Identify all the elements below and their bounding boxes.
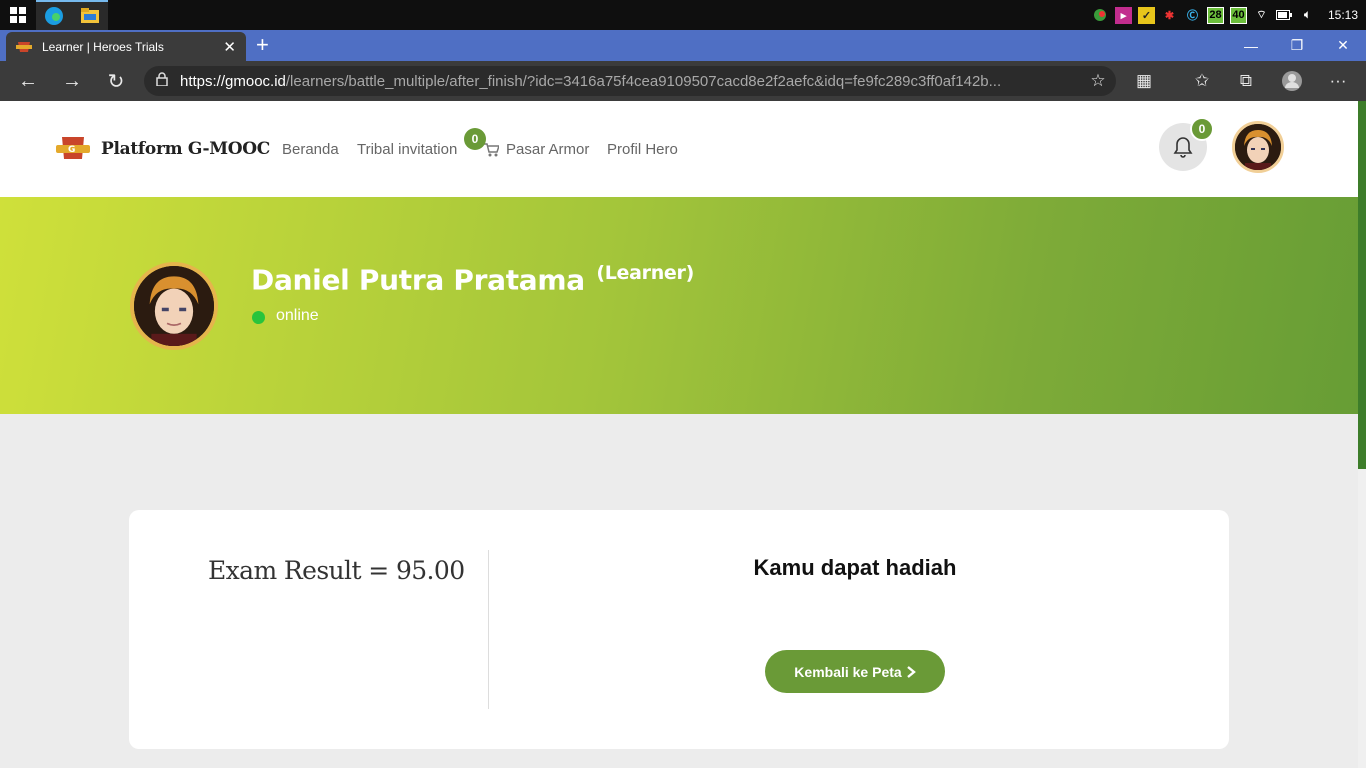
ccleaner-tray-icon[interactable]: Ⓒ xyxy=(1184,7,1201,24)
profile-avatar xyxy=(130,262,218,350)
site-header: G Platform G-MOOC Beranda Tribal invitat… xyxy=(0,101,1358,197)
favorites-icon[interactable]: ✩ xyxy=(1182,61,1222,101)
cart-icon[interactable] xyxy=(484,143,501,161)
new-tab-button[interactable]: + xyxy=(256,33,269,57)
minimize-icon[interactable]: — xyxy=(1228,30,1274,61)
cpu-temp-badge[interactable]: 28 xyxy=(1206,6,1224,24)
exam-result-card xyxy=(129,510,1229,749)
svg-text:G: G xyxy=(68,145,75,155)
app-tray-icon[interactable] xyxy=(1092,7,1109,24)
tab-strip: Learner | Heroes Trials ✕ + — ❐ ✕ xyxy=(0,30,1366,61)
edge-icon xyxy=(45,7,63,25)
tribal-invitation-badge: 0 xyxy=(464,128,486,150)
more-menu-icon[interactable]: ··· xyxy=(1318,61,1358,101)
gpu-temp-badge[interactable]: 40 xyxy=(1229,6,1247,24)
check-tray-icon[interactable]: ✓ xyxy=(1137,6,1155,24)
nav-tribal-invitation[interactable]: Tribal invitation xyxy=(357,141,457,158)
taskbar-edge[interactable] xyxy=(36,0,72,30)
back-to-map-button[interactable]: Kembali ke Peta xyxy=(765,650,945,693)
windows-icon xyxy=(10,7,26,23)
hero-portrait-icon xyxy=(134,266,214,346)
url-field[interactable]: https://gmooc.id/learners/battle_multipl… xyxy=(144,66,1116,96)
notification-count-badge: 0 xyxy=(1190,117,1214,141)
profile-name-text: Daniel Putra Pratama xyxy=(251,263,585,297)
system-tray: ▸ ✓ ✱ Ⓒ 28 40 ⌔ 🔈︎ 15:13 xyxy=(1092,0,1358,30)
taskbar-explorer[interactable] xyxy=(72,0,108,30)
close-window-icon[interactable]: ✕ xyxy=(1320,30,1366,61)
windows-taskbar: ▸ ✓ ✱ Ⓒ 28 40 ⌔ 🔈︎ 15:13 xyxy=(0,0,1366,30)
back-to-map-label: Kembali ke Peta xyxy=(794,663,902,680)
forward-icon[interactable]: → xyxy=(50,61,94,101)
exam-result-score: Exam Result = 95.00 xyxy=(208,556,465,585)
add-favorite-icon[interactable]: ☆ xyxy=(1078,61,1118,101)
chevron-right-icon xyxy=(906,665,916,678)
site-favicon xyxy=(16,41,32,52)
close-tab-icon[interactable]: ✕ xyxy=(223,38,236,56)
wifi-icon[interactable]: ⌔ xyxy=(1253,7,1270,24)
card-divider xyxy=(488,550,489,709)
bell-icon xyxy=(1173,137,1193,158)
collections-icon[interactable]: ⧉ xyxy=(1226,61,1266,101)
bug-tray-icon[interactable]: ✱ xyxy=(1161,7,1178,24)
page-scrollbar-thumb[interactable] xyxy=(1358,101,1366,469)
nav-profil-hero[interactable]: Profil Hero xyxy=(607,141,678,158)
brand-name[interactable]: Platform G-MOOC xyxy=(101,139,270,159)
nav-beranda[interactable]: Beranda xyxy=(282,141,339,158)
folder-icon xyxy=(81,8,99,23)
nav-pasar-armor[interactable]: Pasar Armor xyxy=(506,141,589,158)
tab-title: Learner | Heroes Trials xyxy=(42,39,164,54)
hero-avatar-icon xyxy=(1235,124,1281,170)
gmooc-logo[interactable]: G xyxy=(56,135,90,163)
battery-icon[interactable] xyxy=(1276,7,1293,24)
address-bar-row: ← → ↻ https://gmooc.id/learners/battle_m… xyxy=(0,61,1366,101)
header-avatar[interactable] xyxy=(1232,121,1284,173)
start-button[interactable] xyxy=(0,0,36,30)
reload-icon[interactable]: ↻ xyxy=(94,61,138,101)
profile-icon[interactable] xyxy=(1272,61,1312,101)
restore-icon[interactable]: ❐ xyxy=(1274,30,1320,61)
profile-name: Daniel Putra Pratama (Learner) xyxy=(251,262,694,296)
window-controls: — ❐ ✕ xyxy=(1228,30,1366,61)
url-path: /learners/battle_multiple/after_finish/?… xyxy=(285,72,1002,90)
url-host: https://gmooc.id xyxy=(180,72,286,90)
profile-role: (Learner) xyxy=(596,262,694,284)
media-tray-icon[interactable]: ▸ xyxy=(1114,6,1132,24)
online-status-dot xyxy=(252,311,265,324)
clock[interactable]: 15:13 xyxy=(1328,8,1358,22)
lock-icon[interactable] xyxy=(156,72,168,90)
browser-tab[interactable]: Learner | Heroes Trials ✕ xyxy=(6,32,246,61)
volume-icon[interactable]: 🔈︎ xyxy=(1299,7,1316,24)
reward-heading: Kamu dapat hadiah xyxy=(753,555,957,580)
extension-icon[interactable]: ▦ xyxy=(1124,61,1164,101)
online-status-text: online xyxy=(276,307,319,324)
back-icon[interactable]: ← xyxy=(6,61,50,101)
